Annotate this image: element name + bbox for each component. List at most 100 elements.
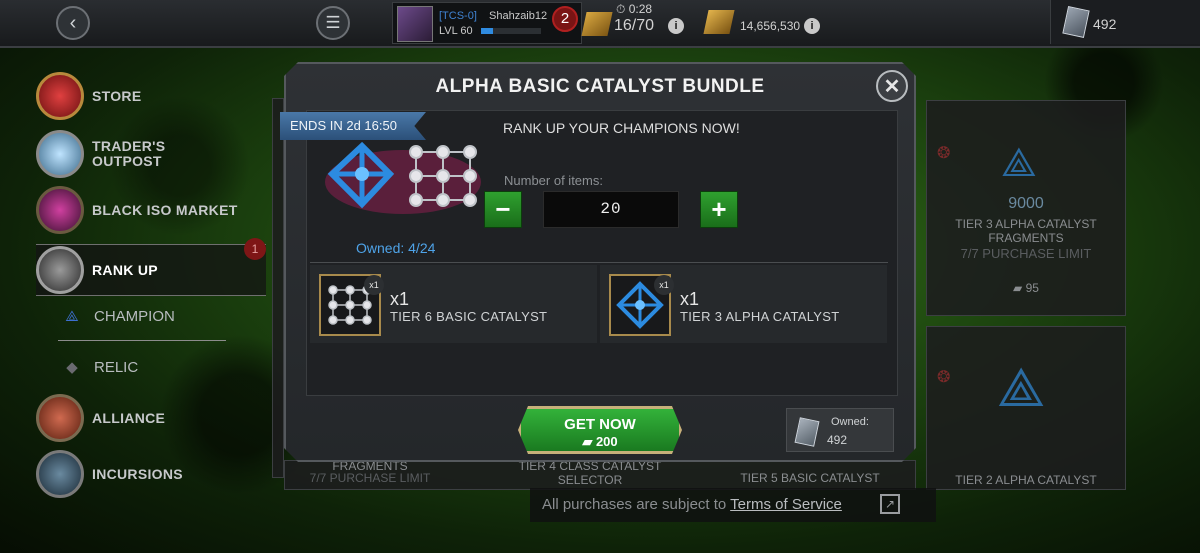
sidebar-subitem-label: CHAMPION	[94, 307, 175, 325]
card-name: TIER 3 ALPHA CATALYST FRAGMENTS	[955, 217, 1097, 245]
store-card-row: FRAGMENTS 7/7 PURCHASE LIMIT TIER 4 CLAS…	[284, 459, 916, 490]
champion-icon: ⟁	[65, 307, 79, 325]
card-price: 9000	[1008, 195, 1044, 212]
quantity-field[interactable]: 20	[543, 191, 679, 228]
store-card[interactable]: ❂ ⟁ TIER 2 ALPHA CATALYST	[926, 326, 1126, 490]
traders-outpost-icon	[36, 130, 84, 178]
sidebar-subitem-champion[interactable]: ⟁ CHAMPION	[60, 301, 175, 331]
units-count: 492	[1093, 16, 1117, 32]
avatar	[397, 6, 433, 42]
sidebar-item-traders-outpost[interactable]: TRADER'S OUTPOST	[36, 128, 266, 180]
notification-badge[interactable]: 2	[552, 6, 578, 32]
bundle-item[interactable]: x1 x1 TIER 3 ALPHA CATALYST	[600, 265, 887, 343]
rank-up-icon	[36, 246, 84, 294]
bundle-item[interactable]: x1 x1 TIER 6 BASIC CATALYST	[310, 265, 597, 343]
item-multiplier-badge: x1	[364, 275, 384, 295]
relic-icon: ◆	[66, 359, 78, 376]
sidebar-item-label: TRADER'S OUTPOST	[92, 138, 166, 169]
energy-icon	[581, 12, 613, 36]
item-name: TIER 3 ALPHA CATALYST	[680, 309, 840, 324]
decrease-quantity-button[interactable]: −	[484, 191, 522, 228]
chevron-left-icon: ‹	[69, 11, 77, 34]
sidebar-item-label: ALLIANCE	[92, 409, 166, 426]
card-cost-value: 95	[1025, 281, 1039, 295]
energy-count: 16/70	[614, 17, 655, 34]
info-icon[interactable]: i	[804, 18, 820, 34]
sidebar-item-black-iso-market[interactable]: BLACK ISO MARKET	[36, 184, 266, 236]
sidebar-item-label: BLACK ISO MARKET	[92, 201, 238, 218]
item-quantity: x1	[680, 289, 700, 309]
close-icon: ✕	[883, 75, 901, 98]
card-limit: 7/7 PURCHASE LIMIT	[309, 471, 431, 485]
card-name: TIER 5 BASIC CATALYST	[740, 471, 880, 485]
player-level: LVL 60	[439, 25, 473, 37]
get-now-label: GET NOW	[564, 416, 636, 433]
terms-of-service-link[interactable]: Terms of Service	[730, 496, 842, 513]
catalyst-icon: ⟁	[997, 358, 1046, 418]
sidebar-subitem-relic[interactable]: ◆ RELIC	[60, 352, 138, 382]
gold-icon	[703, 10, 735, 34]
basic-catalyst-icon	[409, 145, 477, 207]
alliance-icon	[36, 394, 84, 442]
item-quantity: x1	[390, 289, 410, 309]
price-value: 200	[595, 434, 618, 449]
sidebar-item-label: RANK UP	[92, 261, 158, 278]
xp-bar-fill	[481, 28, 493, 34]
gold-count: 14,656,530	[740, 19, 801, 33]
increase-quantity-button[interactable]: +	[700, 191, 738, 228]
catalyst-bundle-art	[325, 141, 481, 214]
class-icon: ❂	[937, 369, 951, 386]
sidebar-subitem-label: RELIC	[94, 358, 139, 376]
info-icon[interactable]: i	[668, 18, 684, 34]
owned-units-box: Owned: 492	[786, 408, 894, 452]
store-card[interactable]: ❂ ⟁ 9000 TIER 3 ALPHA CATALYST FRAGMENTS…	[926, 100, 1126, 316]
incursions-icon	[36, 450, 84, 498]
hamburger-icon: ☰	[325, 13, 341, 32]
xp-bar	[481, 28, 541, 34]
owned-count: Owned: 4/24	[356, 240, 436, 256]
player-name: Shahzaib12	[489, 10, 548, 22]
store-icon	[36, 72, 84, 120]
units-icon	[1062, 6, 1090, 38]
rank-up-badge: 1	[244, 238, 266, 260]
black-iso-icon	[36, 186, 84, 234]
sidebar-item-incursions[interactable]: INCURSIONS	[36, 448, 266, 500]
card-cost: ▰ 95	[1013, 281, 1039, 295]
class-icon: ❂	[937, 145, 951, 162]
top-bar: ‹ ☰ [TCS-0] Shahzaib12 LVL 60 2 ⏱ 0:28 1…	[0, 0, 1200, 48]
card-limit: 7/7 PURCHASE LIMIT	[960, 246, 1092, 261]
sidebar-item-alliance[interactable]: ALLIANCE	[36, 392, 266, 444]
number-of-items-label: Number of items:	[504, 173, 603, 188]
units-display[interactable]: 492	[1050, 0, 1200, 44]
sidebar-item-rank-up[interactable]: RANK UP	[36, 244, 266, 296]
energy-timer-value: 0:28	[628, 2, 653, 16]
sidebar-item-label: STORE	[92, 87, 142, 104]
card-name: TIER 2 ALPHA CATALYST	[955, 473, 1097, 487]
card-name: TIER 4 CLASS CATALYST SELECTOR	[518, 459, 662, 487]
store-card-edge	[272, 98, 284, 478]
get-now-button[interactable]: GET NOW ▰ 200	[518, 406, 682, 454]
sidebar: STORE TRADER'S OUTPOST BLACK ISO MARKET …	[0, 48, 270, 553]
close-button[interactable]: ✕	[876, 70, 908, 102]
owned-units-label: Owned:	[831, 416, 869, 428]
bundle-items: x1 x1 TIER 6 BASIC CATALYST x1 x1 TIER 3…	[310, 262, 888, 344]
owned-units-value: 492	[827, 433, 848, 447]
energy-timer: ⏱ 0:28	[616, 2, 653, 16]
sidebar-divider	[58, 340, 226, 341]
sidebar-item-label: INCURSIONS	[92, 465, 183, 482]
terms-notice: All purchases are subject to Terms of Se…	[530, 488, 936, 522]
item-multiplier-badge: x1	[654, 275, 674, 295]
menu-button[interactable]: ☰	[316, 6, 350, 40]
terms-prefix: All purchases are subject to	[542, 496, 731, 513]
units-icon: ▰	[582, 434, 593, 449]
player-tag: [TCS-0]	[439, 10, 477, 22]
back-button[interactable]: ‹	[56, 6, 90, 40]
external-link-icon[interactable]: ↗	[880, 494, 900, 514]
bundle-headline: RANK UP YOUR CHAMPIONS NOW!	[503, 120, 740, 136]
sidebar-item-store[interactable]: STORE	[36, 70, 266, 122]
item-name: TIER 6 BASIC CATALYST	[390, 309, 548, 324]
modal-title: ALPHA BASIC CATALYST BUNDLE	[435, 76, 765, 97]
units-icon	[794, 417, 820, 447]
price-label: ▰ 200	[521, 434, 679, 450]
catalyst-fragment-icon: ⟁	[1001, 141, 1037, 185]
